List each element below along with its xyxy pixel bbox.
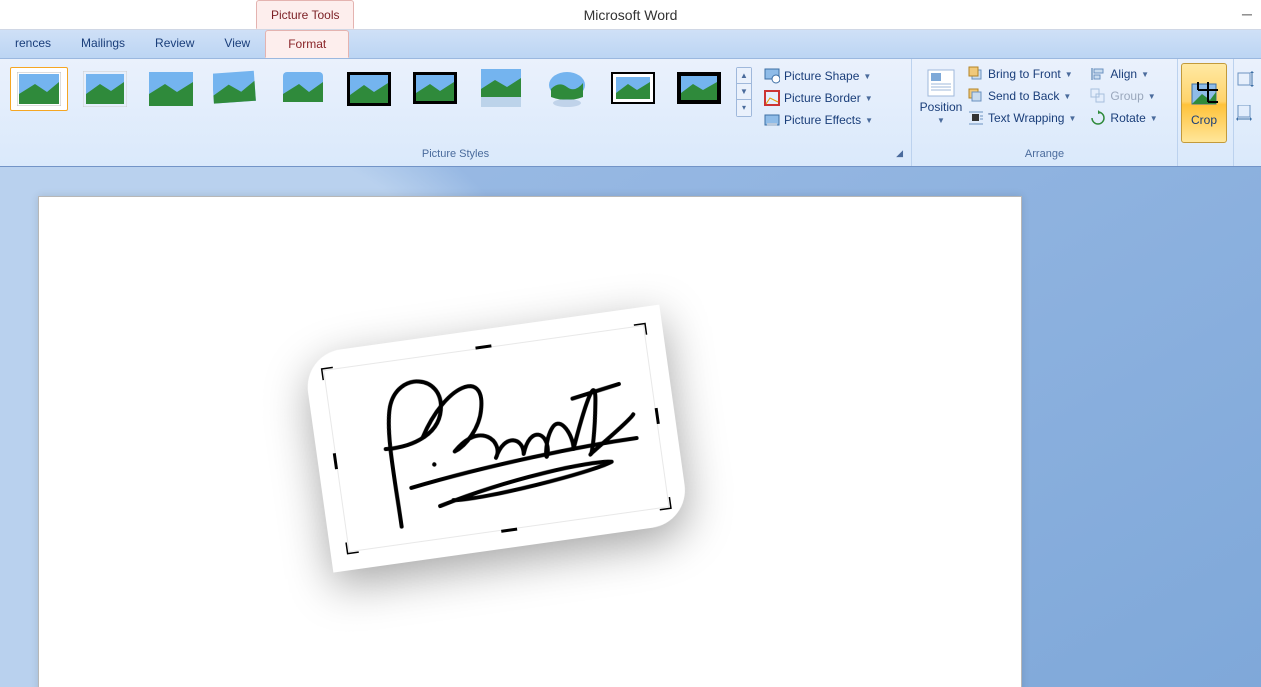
picture-style-thumb-3[interactable] [142, 67, 200, 111]
page[interactable] [38, 196, 1022, 687]
contextual-tab-picture-tools: Picture Tools [256, 0, 354, 29]
picture-style-thumb-8[interactable] [472, 67, 530, 111]
width-icon [1236, 105, 1254, 121]
group-objects-button: Group ▼ [1086, 85, 1161, 107]
signature-image [324, 326, 670, 553]
picture-style-thumb-5[interactable] [274, 67, 332, 111]
tab-review[interactable]: Review [140, 29, 209, 58]
picture-styles-group-label: Picture Styles [422, 148, 489, 160]
dropdown-icon: ▼ [1148, 92, 1156, 101]
picture-style-thumb-10[interactable] [604, 67, 662, 111]
picture-shape-button[interactable]: Picture Shape ▼ [760, 65, 877, 87]
arrange-group-label: Arrange [1025, 148, 1064, 160]
tab-format[interactable]: Format [265, 30, 349, 58]
group-clipped [1234, 59, 1261, 166]
picture-style-thumb-2[interactable] [76, 67, 134, 111]
align-label: Align [1110, 67, 1137, 81]
dropdown-icon: ▼ [863, 72, 871, 81]
crop-handle-tr[interactable] [628, 323, 648, 343]
picture-style-thumb-6[interactable] [340, 67, 398, 111]
position-icon [925, 67, 957, 99]
bring-to-front-icon [968, 66, 984, 82]
picture-style-thumb-4[interactable] [208, 67, 266, 111]
picture-effects-icon [764, 112, 780, 128]
position-label: Position [920, 101, 963, 114]
picture-shape-icon [764, 68, 780, 84]
text-wrapping-label: Text Wrapping [988, 111, 1064, 125]
send-to-back-label: Send to Back [988, 89, 1059, 103]
dropdown-icon: ▼ [937, 114, 945, 127]
picture-border-button[interactable]: Picture Border ▼ [760, 87, 877, 109]
crop-icon [1188, 80, 1220, 112]
document-area[interactable] [0, 167, 1261, 687]
dropdown-icon: ▼ [1068, 114, 1076, 123]
crop-label: Crop [1191, 114, 1217, 127]
ribbon: ▲ ▼ ▾ Picture Shape ▼ Picture Borde [0, 59, 1261, 167]
align-icon [1090, 66, 1106, 82]
picture-style-thumb-1[interactable] [10, 67, 68, 111]
height-icon [1236, 71, 1254, 87]
title-bar: Picture Tools Microsoft Word ─ [0, 0, 1261, 30]
crop-button[interactable]: Crop [1181, 63, 1227, 143]
crop-frame[interactable] [323, 325, 669, 552]
picture-effects-label: Picture Effects [784, 113, 861, 127]
crop-handle-b[interactable] [501, 525, 518, 533]
dropdown-icon: ▼ [865, 94, 873, 103]
gallery-scroll-up[interactable]: ▲ [737, 68, 751, 84]
crop-handle-tl[interactable] [321, 366, 341, 386]
picture-style-thumb-7[interactable] [406, 67, 464, 111]
tab-references[interactable]: rences [0, 29, 66, 58]
dropdown-icon: ▼ [1150, 114, 1158, 123]
dropdown-icon: ▼ [865, 116, 873, 125]
picture-styles-gallery [6, 63, 732, 111]
picture-border-label: Picture Border [784, 91, 861, 105]
picture-styles-launcher[interactable]: ◢ [896, 147, 903, 160]
text-wrapping-icon [968, 110, 984, 126]
crop-handle-br[interactable] [651, 491, 671, 511]
crop-handle-r[interactable] [652, 408, 660, 425]
crop-handle-bl[interactable] [344, 534, 364, 554]
rotate-label: Rotate [1110, 111, 1145, 125]
gallery-expand[interactable]: ▾ [737, 100, 751, 116]
dropdown-icon: ▼ [1063, 92, 1071, 101]
text-wrapping-button[interactable]: Text Wrapping ▼ [964, 107, 1080, 129]
group-icon [1090, 88, 1106, 104]
picture-border-icon [764, 90, 780, 106]
bring-to-front-label: Bring to Front [988, 67, 1061, 81]
rotate-button[interactable]: Rotate ▼ [1086, 107, 1161, 129]
gallery-scroll-buttons: ▲ ▼ ▾ [736, 67, 752, 117]
window-minimize-button[interactable]: ─ [1237, 0, 1257, 28]
group-picture-styles: ▲ ▼ ▾ Picture Shape ▼ Picture Borde [0, 59, 912, 166]
tab-mailings[interactable]: Mailings [66, 29, 140, 58]
group-size: Crop [1178, 59, 1234, 166]
rotate-icon [1090, 110, 1106, 126]
app-title: Microsoft Word [0, 0, 1261, 30]
send-to-back-icon [968, 88, 984, 104]
group-objects-label: Group [1110, 89, 1143, 103]
tab-view[interactable]: View [209, 29, 265, 58]
picture-shape-label: Picture Shape [784, 69, 859, 83]
ribbon-tab-row: rences Mailings Review View Format [0, 30, 1261, 59]
send-to-back-button[interactable]: Send to Back ▼ [964, 85, 1080, 107]
picture-style-thumb-11[interactable] [670, 67, 728, 111]
position-button[interactable]: Position ▼ [918, 63, 964, 131]
dropdown-icon: ▼ [1065, 70, 1073, 79]
picture-effects-button[interactable]: Picture Effects ▼ [760, 109, 877, 131]
selected-picture[interactable] [319, 327, 699, 587]
picture-style-thumb-9[interactable] [538, 67, 596, 111]
group-arrange: Position ▼ Bring to Front ▼ [912, 59, 1178, 166]
dropdown-icon: ▼ [1141, 70, 1149, 79]
align-button[interactable]: Align ▼ [1086, 63, 1161, 85]
bring-to-front-button[interactable]: Bring to Front ▼ [964, 63, 1080, 85]
gallery-scroll-down[interactable]: ▼ [737, 84, 751, 100]
